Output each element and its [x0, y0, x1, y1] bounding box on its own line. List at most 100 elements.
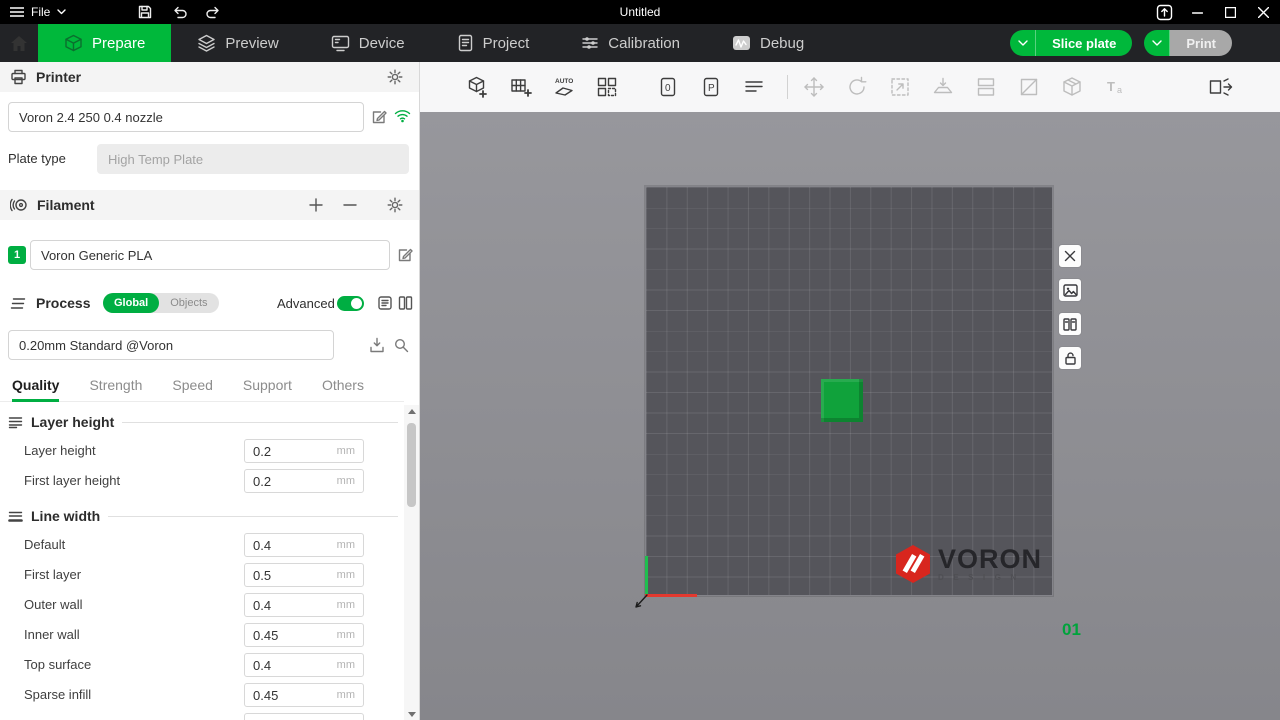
rotate-button[interactable]: [843, 73, 871, 101]
setting-row: Layer height mm: [0, 437, 404, 465]
tab-label: Prepare: [92, 35, 145, 52]
split-horizontal-button[interactable]: [972, 73, 1000, 101]
tab-others[interactable]: Others: [322, 368, 364, 402]
filament-preset-select[interactable]: Voron Generic PLA: [30, 240, 390, 270]
setting-input-partial[interactable]: [244, 713, 364, 720]
z-axis-indicator: [633, 593, 649, 610]
tab-support[interactable]: Support: [243, 368, 292, 402]
split-objects-button[interactable]: [1207, 73, 1235, 101]
line-width-inner-wall-field[interactable]: mm: [244, 623, 364, 647]
plate-lock-button[interactable]: [1058, 346, 1082, 370]
tab-prepare[interactable]: Prepare: [38, 24, 171, 62]
line-width-top-surface-input[interactable]: [245, 658, 333, 673]
plate-label-0-button[interactable]: 0: [654, 73, 682, 101]
voron-hexagon-icon: [896, 545, 930, 583]
slice-options-button[interactable]: [1010, 30, 1036, 56]
print-button[interactable]: Print: [1170, 30, 1232, 56]
add-filament-plus-icon[interactable]: [309, 198, 323, 212]
text-tool-button[interactable]: Ta: [1101, 73, 1129, 101]
model-cube[interactable]: [821, 379, 863, 422]
scroll-up-arrow[interactable]: [404, 405, 419, 417]
layer-height-input[interactable]: [245, 444, 333, 459]
scale-button[interactable]: [886, 73, 914, 101]
settings-scrollbar[interactable]: [404, 405, 419, 720]
process-compare-icon[interactable]: [398, 295, 413, 311]
x-axis-indicator: [645, 594, 697, 597]
line-width-sparse-infill-field[interactable]: mm: [244, 683, 364, 707]
move-button[interactable]: [800, 73, 828, 101]
remove-filament-minus-icon[interactable]: [343, 198, 357, 212]
arrange-button[interactable]: [593, 73, 621, 101]
filament-preset-name: Voron Generic PLA: [41, 248, 152, 263]
line-width-top-surface-field[interactable]: mm: [244, 653, 364, 677]
plate-label-p-button[interactable]: P: [697, 73, 725, 101]
printer-connection-wifi-icon[interactable]: [394, 108, 411, 123]
layer-height-field[interactable]: mm: [244, 439, 364, 463]
first-layer-height-field[interactable]: mm: [244, 469, 364, 493]
scope-global-button[interactable]: Global: [103, 293, 159, 313]
canvas-3d[interactable]: VORON DESIGN 01: [420, 112, 1280, 720]
minimize-button[interactable]: [1181, 0, 1214, 24]
tab-calibration[interactable]: Calibration: [555, 24, 706, 62]
lay-flat-button[interactable]: [929, 73, 957, 101]
filament-slot-badge[interactable]: 1: [8, 246, 26, 264]
tab-speed[interactable]: Speed: [172, 368, 212, 402]
auto-orient-button[interactable]: AUTO: [550, 73, 578, 101]
first-layer-height-input[interactable]: [245, 474, 333, 489]
tab-project[interactable]: Project: [431, 24, 556, 62]
close-button[interactable]: [1247, 0, 1280, 24]
scope-objects-button[interactable]: Objects: [159, 293, 218, 313]
scale-icon: [889, 76, 911, 98]
advanced-toggle[interactable]: [337, 296, 364, 311]
home-button[interactable]: [0, 24, 38, 62]
line-width-default-field[interactable]: mm: [244, 533, 364, 557]
voron-logo-subtext: DESIGN: [938, 573, 1042, 582]
plate-type-select[interactable]: High Temp Plate: [97, 144, 409, 174]
line-width-first-layer-field[interactable]: mm: [244, 563, 364, 587]
group-title: Line width: [31, 508, 100, 524]
plate-image-button[interactable]: [1058, 278, 1082, 302]
plate-settings-button[interactable]: [1058, 312, 1082, 336]
add-object-button[interactable]: [464, 73, 492, 101]
assembly-button[interactable]: [1058, 73, 1086, 101]
print-options-button[interactable]: [1144, 30, 1170, 56]
plate-lines-button[interactable]: [740, 73, 768, 101]
undo-button[interactable]: [162, 0, 196, 24]
plate-close-button[interactable]: [1058, 244, 1082, 268]
line-width-outer-wall-field[interactable]: mm: [244, 593, 364, 617]
tab-device[interactable]: Device: [305, 24, 431, 62]
line-width-inner-wall-input[interactable]: [245, 628, 333, 643]
preset-save-icon[interactable]: [369, 337, 385, 353]
printer-settings-gear-icon[interactable]: [387, 69, 403, 85]
process-list-icon[interactable]: [377, 295, 393, 311]
process-preset-select[interactable]: 0.20mm Standard @Voron: [8, 330, 334, 360]
upload-button[interactable]: [1148, 0, 1181, 24]
line-width-default-input[interactable]: [245, 538, 333, 553]
setting-label: Inner wall: [24, 627, 80, 642]
filament-edit-icon[interactable]: [397, 247, 413, 263]
file-menu[interactable]: File: [0, 0, 76, 24]
redo-button[interactable]: [196, 0, 230, 24]
line-width-sparse-infill-input[interactable]: [245, 688, 333, 703]
tab-debug[interactable]: Debug: [706, 24, 830, 62]
printer-preset-select[interactable]: Voron 2.4 250 0.4 nozzle: [8, 102, 364, 132]
line-width-outer-wall-input[interactable]: [245, 598, 333, 613]
scrollbar-thumb[interactable]: [407, 423, 416, 507]
tab-preview[interactable]: Preview: [171, 24, 304, 62]
tab-strength[interactable]: Strength: [89, 368, 142, 402]
maximize-button[interactable]: [1214, 0, 1247, 24]
tab-quality[interactable]: Quality: [12, 368, 59, 402]
add-cube-icon: [467, 76, 489, 98]
slice-plate-button[interactable]: Slice plate: [1036, 30, 1132, 56]
filament-settings-gear-icon[interactable]: [387, 197, 403, 213]
preset-search-icon[interactable]: [393, 337, 409, 353]
line-width-first-layer-input[interactable]: [245, 568, 333, 583]
process-preset-name: 0.20mm Standard @Voron: [19, 338, 173, 353]
split-diagonal-button[interactable]: [1015, 73, 1043, 101]
plate-label-0-icon: 0: [657, 76, 679, 98]
build-plate[interactable]: VORON DESIGN: [645, 186, 1053, 596]
scroll-down-arrow[interactable]: [404, 708, 419, 720]
save-button[interactable]: [128, 0, 162, 24]
add-plate-button[interactable]: [507, 73, 535, 101]
printer-edit-icon[interactable]: [371, 109, 387, 125]
